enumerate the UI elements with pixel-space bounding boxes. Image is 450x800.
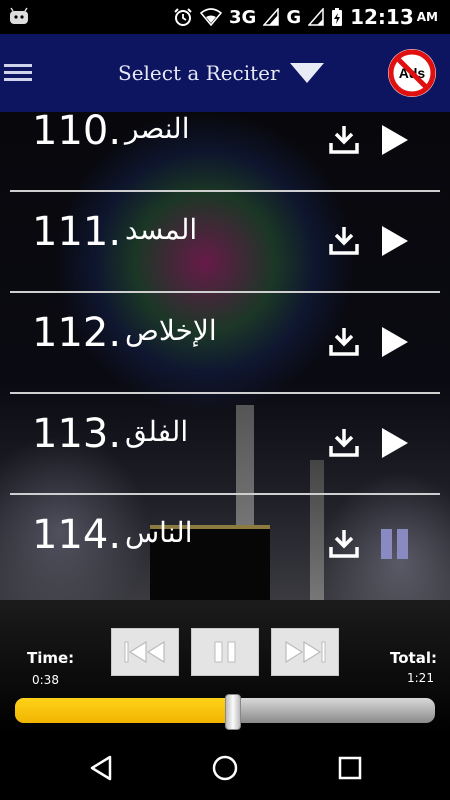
signal-icon-2 — [308, 8, 324, 26]
time-value: 0:38 — [32, 673, 59, 687]
play-icon[interactable] — [380, 426, 410, 460]
home-icon[interactable] — [210, 753, 240, 783]
play-icon[interactable] — [380, 123, 410, 157]
android-icon — [10, 7, 28, 24]
next-button[interactable] — [271, 628, 339, 676]
app-bar: Select a Reciter Ads — [0, 34, 450, 112]
clock-ampm: AM — [416, 10, 438, 24]
surah-list: 110. النصر 111. المسد 112. الإخلاص 113. … — [0, 112, 450, 600]
battery-charging-icon — [332, 8, 343, 26]
previous-button[interactable] — [111, 628, 179, 676]
surah-number: 111. — [32, 209, 122, 255]
surah-row-112[interactable]: 112. الإخلاص — [10, 293, 440, 394]
wifi-icon — [200, 8, 222, 26]
surah-number: 113. — [32, 411, 122, 457]
dropdown-arrow-icon — [289, 63, 324, 83]
surah-row-113[interactable]: 113. الفلق — [10, 394, 440, 495]
network-type-2: G — [286, 6, 302, 28]
play-icon[interactable] — [380, 325, 410, 359]
network-type: 3G — [229, 6, 257, 28]
navigation-bar — [0, 735, 450, 800]
back-icon[interactable] — [86, 753, 116, 783]
total-label: Total: — [390, 649, 437, 667]
surah-row-111[interactable]: 111. المسد — [10, 192, 440, 293]
alarm-icon — [174, 8, 192, 26]
signal-icon — [263, 8, 280, 26]
progress-thumb[interactable] — [225, 694, 242, 730]
surah-name: الإخلاص — [125, 314, 217, 347]
skip-previous-icon — [124, 640, 165, 664]
download-icon[interactable] — [328, 224, 360, 256]
menu-icon[interactable] — [4, 60, 32, 84]
download-icon[interactable] — [328, 123, 360, 155]
time-label: Time: — [27, 649, 75, 667]
surah-name: الناس — [125, 516, 193, 549]
surah-name: النصر — [125, 112, 190, 145]
surah-name: المسد — [125, 213, 198, 246]
status-bar: 3G G 12:13 AM — [0, 0, 450, 34]
clock-time: 12:13 — [350, 5, 414, 29]
pause-icon-small — [214, 641, 236, 663]
skip-next-icon — [285, 640, 326, 664]
surah-row-114[interactable]: 114. الناس — [10, 495, 440, 594]
surah-number: 114. — [32, 512, 122, 558]
surah-row-110[interactable]: 110. النصر — [10, 112, 440, 192]
surah-number: 110. — [32, 112, 122, 154]
total-value: 1:21 — [407, 671, 434, 685]
surah-name: الفلق — [125, 415, 189, 448]
progress-fill — [15, 698, 234, 723]
player-panel: Time: 0:38 Total: 1:21 — [0, 600, 450, 735]
download-icon[interactable] — [328, 325, 360, 357]
reciter-selector[interactable]: Select a Reciter — [118, 56, 324, 90]
download-icon[interactable] — [328, 426, 360, 458]
surah-number: 112. — [32, 310, 122, 356]
download-icon[interactable] — [328, 527, 360, 559]
no-ads-button[interactable]: Ads — [386, 47, 438, 99]
recents-icon[interactable] — [335, 753, 365, 783]
reciter-selector-label: Select a Reciter — [118, 61, 280, 85]
pause-button[interactable] — [191, 628, 259, 676]
pause-icon[interactable] — [380, 527, 410, 561]
play-icon[interactable] — [380, 224, 410, 258]
